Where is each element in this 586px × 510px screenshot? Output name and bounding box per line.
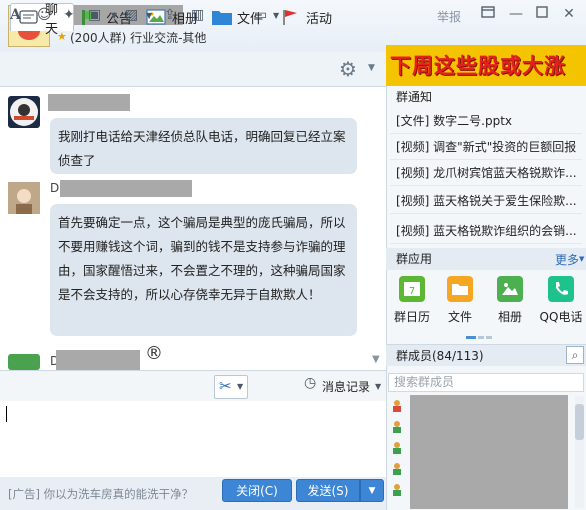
- more-tools-icon[interactable]: ▭: [254, 7, 267, 23]
- emoji-icon[interactable]: ☺: [37, 7, 52, 23]
- member-avatar[interactable]: [390, 398, 404, 412]
- report-link[interactable]: 举报: [437, 8, 461, 25]
- notice-item[interactable]: [视频] 调查"新式"投资的巨额回报: [390, 134, 582, 160]
- skin-icon[interactable]: [477, 5, 499, 23]
- scroll-down-icon[interactable]: ▼: [372, 354, 380, 365]
- chevron-down-icon[interactable]: ▼: [368, 63, 375, 73]
- ad-banner[interactable]: 下周这些股或大涨: [386, 45, 586, 86]
- close-button[interactable]: 关闭(C): [222, 479, 292, 502]
- svg-text:7: 7: [409, 286, 415, 297]
- scissors-icon: ✂: [219, 377, 232, 395]
- screenshot-scissors-button[interactable]: ✂ ▼: [214, 375, 248, 399]
- tab-activity[interactable]: 活动: [280, 3, 332, 31]
- group-info: (200人群) 行业交流-其他: [70, 31, 207, 45]
- banner-text: 下周这些股或大涨: [390, 54, 566, 78]
- close-icon[interactable]: ✕: [558, 5, 580, 23]
- avatar[interactable]: [8, 182, 40, 214]
- message-bubble[interactable]: 首先要确定一点，这个骗局是典型的庞氏骗局，所以不要用赚钱这个词，骗到的钱不是支持…: [50, 204, 357, 336]
- search-icon[interactable]: ⌕: [566, 346, 584, 364]
- avatar[interactable]: [8, 96, 40, 128]
- flag-icon: [280, 8, 300, 26]
- app-label: 文件: [447, 310, 472, 324]
- folder-icon: [447, 276, 473, 302]
- clock-icon: ◷: [304, 375, 317, 391]
- chevron-down-icon[interactable]: ▼: [579, 255, 584, 263]
- phone-icon: [548, 276, 574, 302]
- upload-icon[interactable]: ⇪: [164, 7, 176, 23]
- folder-icon: [211, 8, 232, 26]
- send-button[interactable]: 发送(S): [296, 479, 360, 502]
- message-bubble[interactable]: 我刚打电话给天津经侦总队电话，明确回复已经立案侦查了: [50, 118, 357, 174]
- sender-name-redacted: [48, 94, 130, 111]
- apps-pager[interactable]: [466, 328, 494, 342]
- maximize-icon[interactable]: [531, 5, 553, 23]
- chevron-down-icon[interactable]: ▼: [375, 382, 381, 391]
- app-album[interactable]: 相册: [487, 276, 533, 325]
- registered-mark-icon: ®: [145, 343, 163, 364]
- notice-item[interactable]: [文件] 数字二号.pptx: [390, 108, 582, 134]
- sender-name-redacted: [60, 180, 192, 197]
- calendar-icon: 7: [399, 276, 425, 302]
- ad-link[interactable]: [广告] 你以为洗车房真的能洗干净？: [8, 486, 193, 502]
- chevron-down-icon[interactable]: ▼: [273, 11, 279, 20]
- message-input[interactable]: [0, 401, 386, 477]
- notice-item[interactable]: [视频] 蓝天格锐欺诈组织的会销...: [390, 218, 582, 244]
- app-label: 相册: [497, 310, 522, 324]
- sender-name-redacted: [56, 350, 140, 370]
- minimize-icon[interactable]: —: [505, 5, 527, 23]
- notice-item[interactable]: [视频] 龙爪树宾馆蓝天格锐欺诈...: [390, 160, 582, 186]
- app-files[interactable]: 文件: [437, 276, 483, 325]
- gift-shop-icon[interactable]: ▣: [88, 7, 101, 23]
- chat-icon: [19, 9, 39, 27]
- member-avatar[interactable]: [390, 419, 404, 433]
- album-icon: [497, 276, 523, 302]
- settings-gear-icon[interactable]: ⚙: [339, 57, 357, 81]
- member-avatar[interactable]: [390, 440, 404, 454]
- chevron-down-icon[interactable]: ▼: [146, 11, 152, 20]
- member-list-redacted: [410, 395, 568, 509]
- member-search-input[interactable]: 搜索群成员: [388, 373, 584, 392]
- gift-icon[interactable]: ▥: [191, 7, 204, 23]
- image-icon[interactable]: ▨: [125, 7, 138, 23]
- chevron-down-icon[interactable]: ▼: [111, 11, 117, 20]
- message-history-button[interactable]: 消息记录: [322, 378, 370, 395]
- chevron-down-icon: ▼: [237, 382, 244, 391]
- sender-name-prefix: D: [50, 181, 60, 195]
- text-caret: [6, 406, 7, 422]
- member-scrollbar-thumb[interactable]: [575, 404, 584, 440]
- font-icon[interactable]: A: [10, 7, 21, 23]
- send-options-chevron-icon[interactable]: ▼: [360, 479, 384, 502]
- tab-label: 活动: [306, 11, 333, 27]
- members-title: 群成员(84/113): [386, 344, 586, 366]
- app-calendar[interactable]: 7 群日历: [389, 276, 435, 325]
- member-avatar[interactable]: [390, 482, 404, 496]
- avatar[interactable]: [8, 354, 40, 370]
- notice-title: 群通知: [396, 90, 433, 104]
- app-label: 群日历: [393, 310, 430, 324]
- app-qq-phone[interactable]: QQ电话: [538, 276, 584, 325]
- app-label: QQ电话: [539, 310, 583, 324]
- notice-item[interactable]: [视频] 蓝天格锐关于爱生保险欺...: [390, 188, 582, 214]
- more-apps-link[interactable]: 更多: [555, 251, 579, 268]
- magic-wand-icon[interactable]: ✦: [63, 7, 75, 23]
- member-avatar[interactable]: [390, 461, 404, 475]
